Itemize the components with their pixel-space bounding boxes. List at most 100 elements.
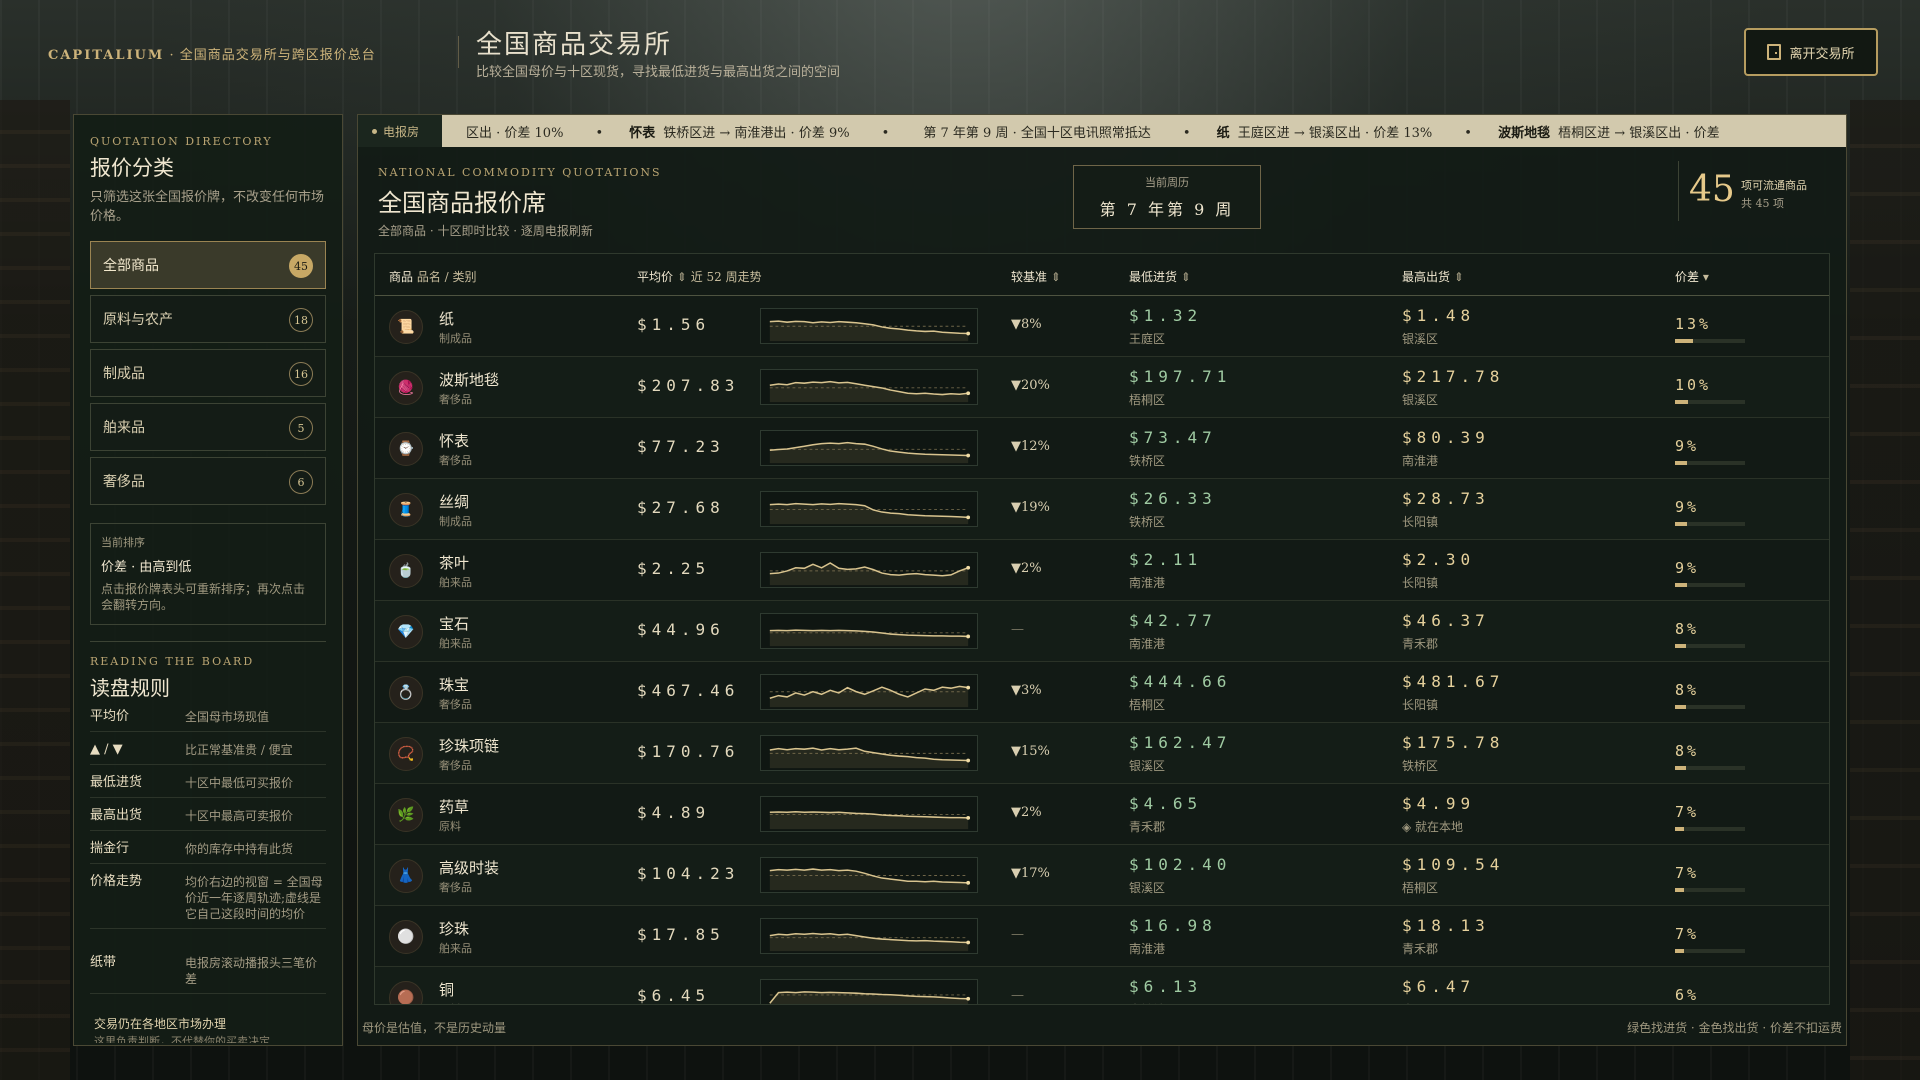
table-row[interactable]: 💎 宝石 舶来品 $44.96 — $42.77 南淮港 $46.37 青禾郡 8%	[375, 601, 1829, 662]
rule-key: 最低进货	[90, 775, 143, 790]
vs-baseline: ▼3%	[1011, 683, 1042, 698]
spread-bar	[1675, 827, 1745, 831]
trend-sparkline	[760, 430, 978, 466]
table-row[interactable]: 💍 珠宝 奢侈品 $467.46 ▼3% $444.66 梧桐区 $481.67 长阳镇 8%	[375, 662, 1829, 723]
item-name: 珠宝	[439, 676, 470, 694]
lowest-buy-price: $197.71	[1129, 367, 1232, 386]
spread-bar	[1675, 400, 1745, 404]
sparkline-area	[769, 869, 969, 891]
trend-sparkline	[760, 857, 978, 893]
category-count-badge: 6	[289, 470, 313, 494]
highest-sell-price: $4.99	[1402, 794, 1476, 813]
highest-sell-price: $80.39	[1402, 428, 1490, 447]
sparkline-end-dot	[966, 634, 971, 639]
sparkline-end-dot	[966, 515, 971, 520]
spread-bar-fill	[1675, 461, 1688, 465]
table-row[interactable]: 🧵 丝绸 制成品 $27.68 ▼19% $26.33 铁桥区 $28.73 长阳镇 9%	[375, 479, 1829, 540]
item-name: 珍珠	[439, 920, 470, 938]
page-title: 全国商品交易所	[476, 30, 673, 60]
category-imported[interactable]: 舶来品 5	[90, 403, 326, 451]
vs-baseline: ▼12%	[1011, 439, 1050, 454]
sidebar-description: 只筛选这张全国报价牌，不改变任何市场价格。	[90, 190, 325, 224]
table-row[interactable]: 📿 珍珠项链 奢侈品 $170.76 ▼15% $162.47 银溪区 $175.78 铁桥区 8…	[375, 723, 1829, 784]
sidebar-eyebrow: QUOTATION DIRECTORY	[90, 135, 273, 148]
trend-sparkline	[760, 735, 978, 771]
rule-value: 十区中最低可买报价	[185, 776, 294, 790]
brand-tagline: · 全国商品交易所与跨区报价总台	[169, 48, 376, 63]
spread-percent: 6%	[1675, 986, 1700, 1004]
highest-sell-price: $175.78	[1402, 733, 1505, 752]
item-name: 茶叶	[439, 554, 470, 572]
main-panel: 区出 · 价差 10% • 怀表 铁桥区进 → 南淮港出 · 价差 9% • 第 7 …	[357, 114, 1847, 1046]
header-buy-sort[interactable]: 最低进货 ⇕	[1129, 268, 1191, 285]
tea-icon: 🍵	[389, 554, 423, 588]
count-label: 项可流通商品	[1741, 179, 1807, 192]
vs-baseline: ▼2%	[1011, 805, 1042, 820]
sort-label: 当前排序	[101, 536, 145, 549]
item-name: 丝绸	[439, 493, 470, 511]
item-category: 舶来品	[439, 637, 472, 650]
category-all[interactable]: 全部商品 45	[90, 241, 326, 289]
table-row[interactable]: ⚪ 珍珠 舶来品 $17.85 — $16.98 南淮港 $18.13 青禾郡 7%	[375, 906, 1829, 967]
item-name: 药草	[439, 798, 470, 816]
copper-icon: 🟤	[389, 981, 423, 1004]
ticker-item: 波斯地毯 梧桐区进 → 银溪区出 · 价差	[1498, 126, 1720, 141]
header-avg-sort[interactable]: 平均价 ⇕ 近 52 周走势	[637, 268, 762, 285]
item-category: 原料	[439, 820, 461, 833]
category-raw-materials[interactable]: 原料与农产 18	[90, 295, 326, 343]
sparkline-area	[769, 563, 969, 586]
silk-icon: 🧵	[389, 493, 423, 527]
avg-price: $467.46	[637, 681, 740, 700]
avg-price: $77.23	[637, 437, 725, 456]
rule-item: 最高出货 十区中最高可卖报价	[90, 808, 326, 831]
item-name: 铜	[439, 981, 455, 999]
table-row[interactable]: 🧶 波斯地毯 奢侈品 $207.83 ▼20% $197.71 梧桐区 $217.78 银溪区 1…	[375, 357, 1829, 418]
vs-baseline: ▼17%	[1011, 866, 1050, 881]
category-manufactured[interactable]: 制成品 16	[90, 349, 326, 397]
spread-bar	[1675, 339, 1745, 343]
spread-percent: 7%	[1675, 864, 1700, 882]
spread-bar	[1675, 583, 1745, 587]
header-sell-sort[interactable]: 最高出货 ⇕	[1402, 268, 1464, 285]
sparkline-end-dot	[966, 453, 971, 458]
vs-baseline: ▼15%	[1011, 744, 1050, 759]
spread-percent: 13%	[1675, 315, 1712, 333]
spread-bar-fill	[1675, 949, 1685, 953]
table-row[interactable]: 🌿 药草 原料 $4.89 ▼2% $4.65 青禾郡 $4.99 ◈ 就在本地 7%	[375, 784, 1829, 845]
category-luxury[interactable]: 奢侈品 6	[90, 457, 326, 505]
reading-title: 读盘规则	[90, 676, 170, 700]
spread-bar	[1675, 644, 1745, 648]
pearl-icon: ⚪	[389, 920, 423, 954]
category-count-badge: 16	[289, 362, 313, 386]
header-spread-sort[interactable]: 价差 ▾	[1675, 268, 1709, 285]
spread-percent: 10%	[1675, 376, 1712, 394]
item-name: 波斯地毯	[439, 371, 500, 389]
main-subtitle: 全部商品 · 十区即时比较 · 逐周电报刷新	[378, 224, 593, 238]
table-row[interactable]: 👗 高级时装 奢侈品 $104.23 ▼17% $102.40 银溪区 $109.54 梧桐区 7…	[375, 845, 1829, 906]
item-name: 纸	[439, 310, 455, 328]
table-row[interactable]: 📜 纸制成品 $1.56 ▼8% $1.32 王庭区 $1.48 银溪区 13%	[375, 296, 1829, 357]
item-category: 舶来品	[439, 576, 472, 589]
table-row[interactable]: 🍵 茶叶 舶来品 $2.25 ▼2% $2.11 南淮港 $2.30 长阳镇 9%	[375, 540, 1829, 601]
app-header: CAPITALIUM · 全国商品交易所与跨区报价总台 全国商品交易所 比较全国…	[0, 0, 1920, 100]
spread-bar-fill	[1675, 705, 1686, 709]
leave-exchange-button[interactable]: 离开交易所	[1744, 28, 1878, 76]
item-category: 制成品	[439, 515, 472, 528]
highest-sell-region: 青禾郡	[1402, 637, 1439, 651]
vs-baseline: ▼19%	[1011, 500, 1050, 515]
highest-sell-region: 南淮港	[1402, 454, 1439, 468]
spread-percent: 9%	[1675, 559, 1700, 577]
sparkline-area	[769, 503, 969, 525]
rule-key: 价格走势	[90, 874, 143, 889]
header-vs-sort[interactable]: 较基准 ⇕	[1011, 268, 1061, 285]
table-row[interactable]: ⌚ 怀表 奢侈品 $77.23 ▼12% $73.47 铁桥区 $80.39 南淮港 9%	[375, 418, 1829, 479]
table-row[interactable]: 🟤 铜原料 $6.45 — $6.13 赤铁镇 $6.47 青禾郡 6%	[375, 967, 1829, 1004]
page-subtitle: 比较全国母价与十区现货，寻找最低进货与最高出货之间的空间	[476, 65, 841, 80]
lowest-buy-region: 南淮港	[1129, 942, 1166, 956]
brand-name: CAPITALIUM	[48, 48, 165, 63]
lowest-buy-region: 铁桥区	[1129, 515, 1166, 529]
highest-sell-region: 青禾郡	[1402, 942, 1439, 956]
item-category: 奢侈品	[439, 698, 472, 711]
avg-price: $27.68	[637, 498, 725, 517]
category-label: 制成品	[103, 366, 145, 382]
